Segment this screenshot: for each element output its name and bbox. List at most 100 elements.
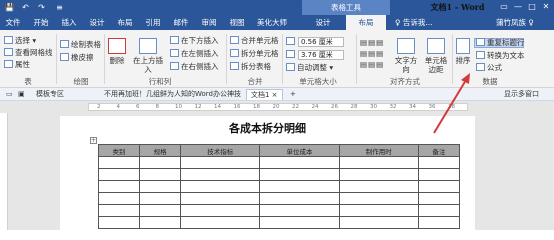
split-table-button[interactable]: 拆分表格 [230, 62, 271, 72]
select-button[interactable]: 选择 ▾ [4, 36, 36, 46]
sort-button[interactable]: 排序 [454, 38, 472, 65]
table-cell[interactable] [417, 156, 461, 169]
table-cell[interactable] [139, 156, 182, 169]
table-cell[interactable] [259, 192, 340, 205]
table-cell[interactable] [417, 204, 461, 217]
header-cell[interactable]: 类别 [97, 144, 141, 157]
header-cell[interactable]: 技术指标 [180, 144, 261, 157]
cost-table[interactable]: 类别 规格 技术指标 单位成本 制作用时 备注 [97, 144, 461, 229]
table-cell[interactable] [97, 180, 141, 193]
properties-button[interactable]: 属性 [4, 60, 30, 70]
tab-view[interactable]: 视图 [224, 15, 250, 30]
view-gridlines-button[interactable]: 查看网格线 [4, 48, 53, 58]
tab-review[interactable]: 审阅 [196, 15, 222, 30]
table-cell[interactable] [97, 156, 141, 169]
tell-me-search[interactable]: ♀ 告诉我... [395, 15, 433, 30]
table-cell[interactable] [139, 168, 182, 181]
text-direction-button[interactable]: 文字方向 [392, 38, 420, 74]
tab-references[interactable]: 引用 [140, 15, 166, 30]
folder-icon[interactable]: ▣ [18, 89, 25, 100]
convert-to-text-button[interactable]: 转换为文本 [476, 51, 525, 61]
customize-toolbar-icon[interactable]: ≡ [54, 2, 65, 13]
doc-tab-active[interactable]: 文档1 × [246, 89, 283, 100]
table-cell[interactable] [139, 216, 182, 229]
table-cell[interactable] [338, 180, 419, 193]
alignment-grid-3[interactable]: ▤▤▤ [360, 60, 384, 70]
redo-icon[interactable]: ↷ [36, 2, 47, 13]
save-icon[interactable]: 💾 [4, 2, 15, 13]
table-move-handle[interactable]: + [90, 137, 97, 144]
maximize-button[interactable]: □ [526, 1, 538, 13]
table-cell[interactable] [97, 204, 141, 217]
table-cell[interactable] [180, 180, 261, 193]
column-width-input[interactable]: 3.76 厘米 [298, 50, 344, 60]
close-button[interactable]: ✕ [540, 1, 552, 13]
table-cell[interactable] [97, 192, 141, 205]
header-cell[interactable]: 备注 [417, 144, 461, 157]
delete-button[interactable]: 删除 [106, 38, 128, 65]
tab-mailings[interactable]: 邮件 [168, 15, 194, 30]
table-cell[interactable] [417, 192, 461, 205]
table-cell[interactable] [180, 168, 261, 181]
alignment-grid-2[interactable]: ▤▤▤ [360, 49, 384, 59]
table-cell[interactable] [139, 204, 182, 217]
cell-margins-button[interactable]: 单元格边距 [422, 38, 450, 74]
header-cell[interactable]: 单位成本 [259, 144, 340, 157]
tab-layout[interactable]: 布局 [112, 15, 138, 30]
tab-table-design[interactable]: 设计 [302, 15, 344, 30]
add-tab-icon[interactable]: + [290, 89, 296, 100]
row-height-input[interactable]: 0.56 厘米 [298, 37, 344, 47]
header-cell[interactable]: 制作用时 [338, 144, 419, 157]
undo-icon[interactable]: ↶ [20, 2, 31, 13]
user-account[interactable]: 蒲竹凤族 ♀ [496, 15, 534, 30]
table-cell[interactable] [338, 168, 419, 181]
templates-tab[interactable]: 模板专区 [36, 89, 64, 100]
tip-tab[interactable]: 不用再加班！几组鲜为人知的Word办公神技 [104, 89, 241, 100]
document-title[interactable]: 各成本拆分明细 [60, 122, 475, 136]
tab-beautify[interactable]: 美化大师 [252, 15, 292, 30]
table-cell[interactable] [338, 204, 419, 217]
table-cell[interactable] [139, 180, 182, 193]
split-cells-button[interactable]: 拆分单元格 [230, 49, 279, 59]
autofit-button[interactable]: 自动调整 ▾ [286, 63, 333, 73]
insert-right-button[interactable]: 在右侧插入 [170, 62, 219, 72]
tab-table-layout[interactable]: 布局 [346, 15, 386, 30]
repeat-header-button[interactable]: 重复标题行 [476, 38, 525, 48]
insert-below-button[interactable]: 在下方插入 [170, 36, 219, 46]
table-cell[interactable] [259, 156, 340, 169]
draw-table-button[interactable]: 绘制表格 [60, 40, 101, 50]
tab-file[interactable]: 文件 [0, 15, 26, 30]
tab-insert[interactable]: 插入 [56, 15, 82, 30]
table-cell[interactable] [180, 216, 261, 229]
table-cell[interactable] [417, 168, 461, 181]
home-icon[interactable]: ▭ [6, 89, 13, 100]
table-cell[interactable] [180, 204, 261, 217]
header-cell[interactable]: 规格 [139, 144, 182, 157]
table-cell[interactable] [417, 216, 461, 229]
table-cell[interactable] [259, 168, 340, 181]
table-cell[interactable] [180, 192, 261, 205]
formula-button[interactable]: 公式 [476, 63, 502, 73]
table-cell[interactable] [338, 192, 419, 205]
insert-above-button[interactable]: 在上方插入 [130, 38, 166, 74]
tab-home[interactable]: 开始 [28, 15, 54, 30]
ruler-scale[interactable]: 2 4 6 8 10 12 14 16 18 20 22 24 26 28 30 32 34 36 38 [88, 103, 468, 111]
table-cell[interactable] [338, 156, 419, 169]
table-cell[interactable] [97, 168, 141, 181]
table-cell[interactable] [259, 180, 340, 193]
table-cell[interactable] [338, 216, 419, 229]
table-cell[interactable] [259, 216, 340, 229]
ribbon-display-icon[interactable]: ▭ [498, 1, 510, 13]
minimize-button[interactable]: — [512, 1, 524, 13]
table-cell[interactable] [259, 204, 340, 217]
table-cell[interactable] [97, 216, 141, 229]
table-cell[interactable] [139, 192, 182, 205]
tab-design[interactable]: 设计 [84, 15, 110, 30]
alignment-grid[interactable]: ▤▤▤ [360, 38, 384, 48]
merge-cells-button[interactable]: 合并单元格 [230, 36, 279, 46]
eraser-button[interactable]: 橡皮擦 [60, 53, 94, 63]
document-page[interactable]: + 各成本拆分明细 类别 规格 技术指标 单位成本 制作用时 备注 [60, 116, 475, 230]
table-cell[interactable] [180, 156, 261, 169]
table-cell[interactable] [417, 180, 461, 193]
insert-left-button[interactable]: 在左侧插入 [170, 49, 219, 59]
